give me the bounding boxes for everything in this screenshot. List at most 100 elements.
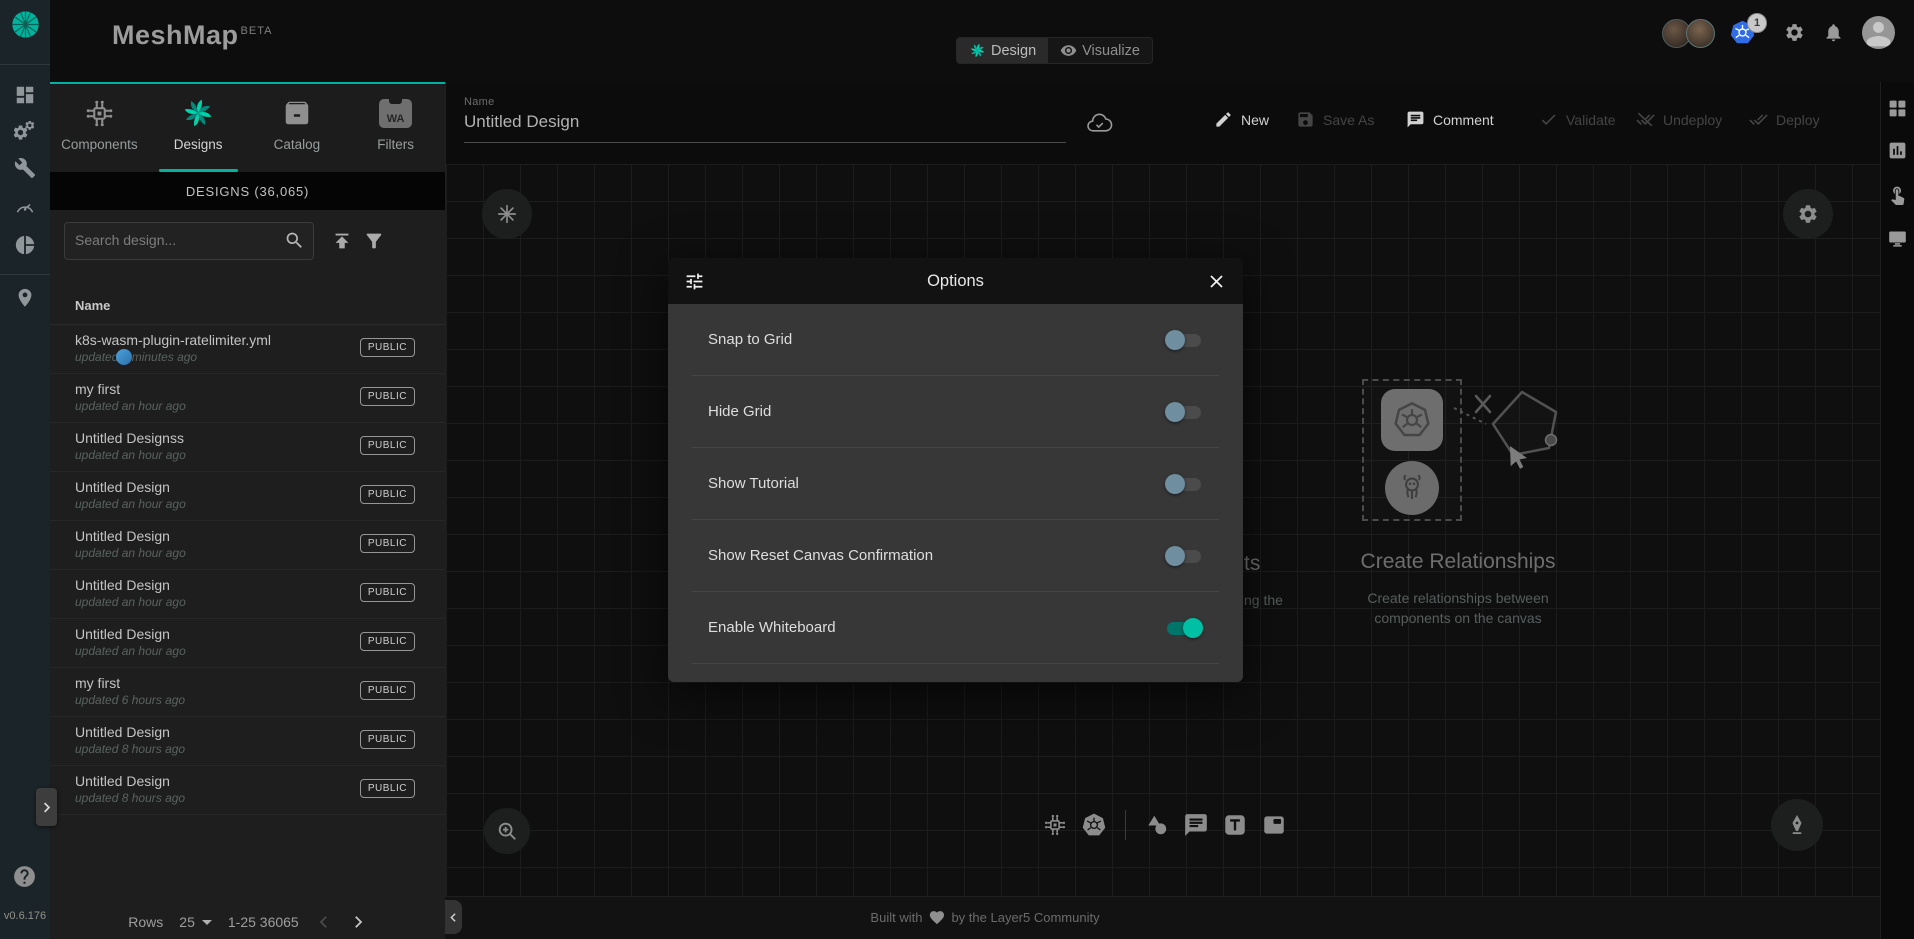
help-icon[interactable] — [12, 864, 37, 889]
dashboard-icon[interactable] — [14, 84, 36, 106]
design-list-item[interactable]: Untitled Designupdated an hour agoPUBLIC — [50, 570, 445, 619]
save-as-button[interactable]: Save As — [1296, 110, 1374, 129]
footer-collapse-chevron[interactable] — [445, 900, 462, 934]
components-icon[interactable] — [1042, 812, 1068, 838]
search-icon[interactable] — [284, 230, 305, 251]
image-tool-icon[interactable] — [1261, 812, 1287, 838]
layer5-logo[interactable] — [10, 9, 41, 40]
options-modal-body: Snap to Grid Hide Grid Show Tutorial Sho… — [668, 304, 1243, 682]
text-tool-icon[interactable] — [1222, 812, 1248, 838]
kubernetes-icon[interactable] — [1081, 812, 1107, 838]
tab-filters[interactable]: WA Filters — [346, 84, 445, 172]
creature-node-icon — [1385, 461, 1439, 515]
options-modal-title: Options — [705, 272, 1206, 291]
tutorial-description-line2: components on the canvas — [1308, 610, 1608, 626]
bell-icon[interactable] — [1823, 22, 1844, 43]
search-row — [50, 210, 445, 272]
rows-per-page-select[interactable]: 25 — [179, 914, 212, 930]
close-icon[interactable] — [1206, 271, 1227, 292]
tune-sliders-icon — [684, 271, 705, 292]
floppy-save-icon — [1296, 110, 1315, 129]
dock-divider — [1125, 810, 1126, 840]
tab-design-mode[interactable]: Design — [957, 38, 1048, 63]
meshery-swirl-icon — [181, 95, 215, 131]
upload-design-icon[interactable] — [331, 230, 353, 252]
show-tutorial-toggle[interactable] — [1165, 473, 1203, 495]
app-title: MeshMapBETA — [112, 20, 272, 51]
designs-panel: Components Designs — [50, 82, 445, 939]
comment-icon[interactable] — [1183, 812, 1209, 838]
tab-catalog[interactable]: Catalog — [248, 84, 347, 172]
filter-funnel-icon[interactable] — [363, 230, 385, 252]
tools-icon[interactable] — [14, 157, 36, 179]
touch-icon[interactable] — [1887, 184, 1908, 205]
shapes-icon[interactable] — [1144, 812, 1170, 838]
meshmap-pin-icon[interactable] — [14, 287, 36, 309]
validate-button[interactable]: Validate — [1539, 110, 1616, 129]
visibility-badge: PUBLIC — [360, 779, 415, 798]
eye-icon — [1060, 42, 1077, 59]
tab-components-label: Components — [61, 137, 138, 152]
collaborator-avatar-2[interactable] — [1686, 19, 1715, 48]
design-list-item[interactable]: Untitled Designupdated an hour agoPUBLIC — [50, 521, 445, 570]
column-header-name: Name — [75, 298, 110, 313]
new-button[interactable]: New — [1214, 110, 1269, 129]
pen-tool-button[interactable] — [1771, 799, 1823, 851]
lifecycle-gears-icon[interactable] — [14, 121, 36, 143]
rows-per-page-value: 25 — [179, 914, 195, 930]
canvas-settings-button[interactable] — [1783, 189, 1833, 239]
undeploy-crossed-check-icon — [1636, 110, 1655, 129]
design-list-item[interactable]: Untitled Designupdated 8 hours agoPUBLIC — [50, 766, 445, 815]
design-list-item[interactable]: Untitled Designssupdated an hour agoPUBL… — [50, 423, 445, 472]
page-next-button[interactable] — [349, 913, 367, 931]
design-name-input[interactable] — [464, 112, 1066, 143]
gear-icon[interactable] — [1784, 22, 1805, 43]
tab-designs[interactable]: Designs — [149, 84, 248, 172]
grid-view-icon[interactable] — [1887, 98, 1908, 119]
snap-to-grid-toggle[interactable] — [1165, 329, 1203, 351]
tab-visualize-mode[interactable]: Visualize — [1048, 38, 1152, 63]
design-owner-avatar — [116, 349, 132, 365]
enable-whiteboard-toggle[interactable] — [1165, 617, 1203, 639]
tutorial-components-box — [1362, 379, 1462, 521]
tab-components[interactable]: Components — [50, 84, 149, 172]
design-list-item[interactable]: Untitled Designupdated an hour agoPUBLIC — [50, 472, 445, 521]
cloud-saved-icon — [1086, 110, 1113, 137]
option-row-show-reset-canvas-confirmation: Show Reset Canvas Confirmation — [692, 520, 1219, 592]
design-mode-label: Design — [991, 43, 1036, 59]
rows-label: Rows — [128, 914, 163, 930]
visibility-badge: PUBLIC — [360, 730, 415, 749]
chevron-down-icon — [202, 920, 212, 925]
visibility-badge: PUBLIC — [360, 338, 415, 357]
performance-gauge-icon[interactable] — [14, 196, 36, 218]
extensions-pie-icon[interactable] — [14, 234, 36, 256]
snowflake-button[interactable] — [482, 189, 532, 239]
pagination-range: 1-25 36065 — [228, 914, 299, 930]
tab-designs-label: Designs — [174, 137, 223, 152]
visibility-badge: PUBLIC — [360, 681, 415, 700]
monitor-icon[interactable] — [1887, 228, 1908, 249]
option-label: Snap to Grid — [708, 331, 792, 348]
option-row-snap-to-grid: Snap to Grid — [692, 304, 1219, 376]
save-as-button-label: Save As — [1323, 112, 1374, 128]
panel-expand-chevron[interactable] — [36, 788, 57, 826]
tutorial-title: Create Relationships — [1308, 550, 1608, 574]
comment-button[interactable]: Comment — [1406, 110, 1494, 129]
visualize-mode-label: Visualize — [1082, 43, 1140, 59]
design-list-item[interactable]: my firstupdated 6 hours agoPUBLIC — [50, 668, 445, 717]
design-list-item[interactable]: k8s-wasm-plugin-ratelimiter.ymlupdated 3… — [50, 325, 445, 374]
design-list: k8s-wasm-plugin-ratelimiter.ymlupdated 3… — [50, 324, 445, 815]
design-list-item[interactable]: Untitled Designupdated 8 hours agoPUBLIC — [50, 717, 445, 766]
undeploy-button[interactable]: Undeploy — [1636, 110, 1722, 129]
design-list-item[interactable]: my firstupdated an hour agoPUBLIC — [50, 374, 445, 423]
design-list-item[interactable]: Untitled Designupdated an hour agoPUBLIC — [50, 619, 445, 668]
deploy-button[interactable]: Deploy — [1749, 110, 1820, 129]
hide-grid-toggle[interactable] — [1165, 401, 1203, 423]
bar-chart-icon[interactable] — [1887, 140, 1908, 161]
page-prev-button[interactable] — [315, 913, 333, 931]
search-input[interactable] — [65, 223, 285, 257]
comment-button-label: Comment — [1433, 112, 1494, 128]
user-avatar-button[interactable] — [1862, 16, 1895, 49]
show-reset-canvas-confirmation-toggle[interactable] — [1165, 545, 1203, 567]
zoom-button[interactable] — [484, 808, 530, 854]
